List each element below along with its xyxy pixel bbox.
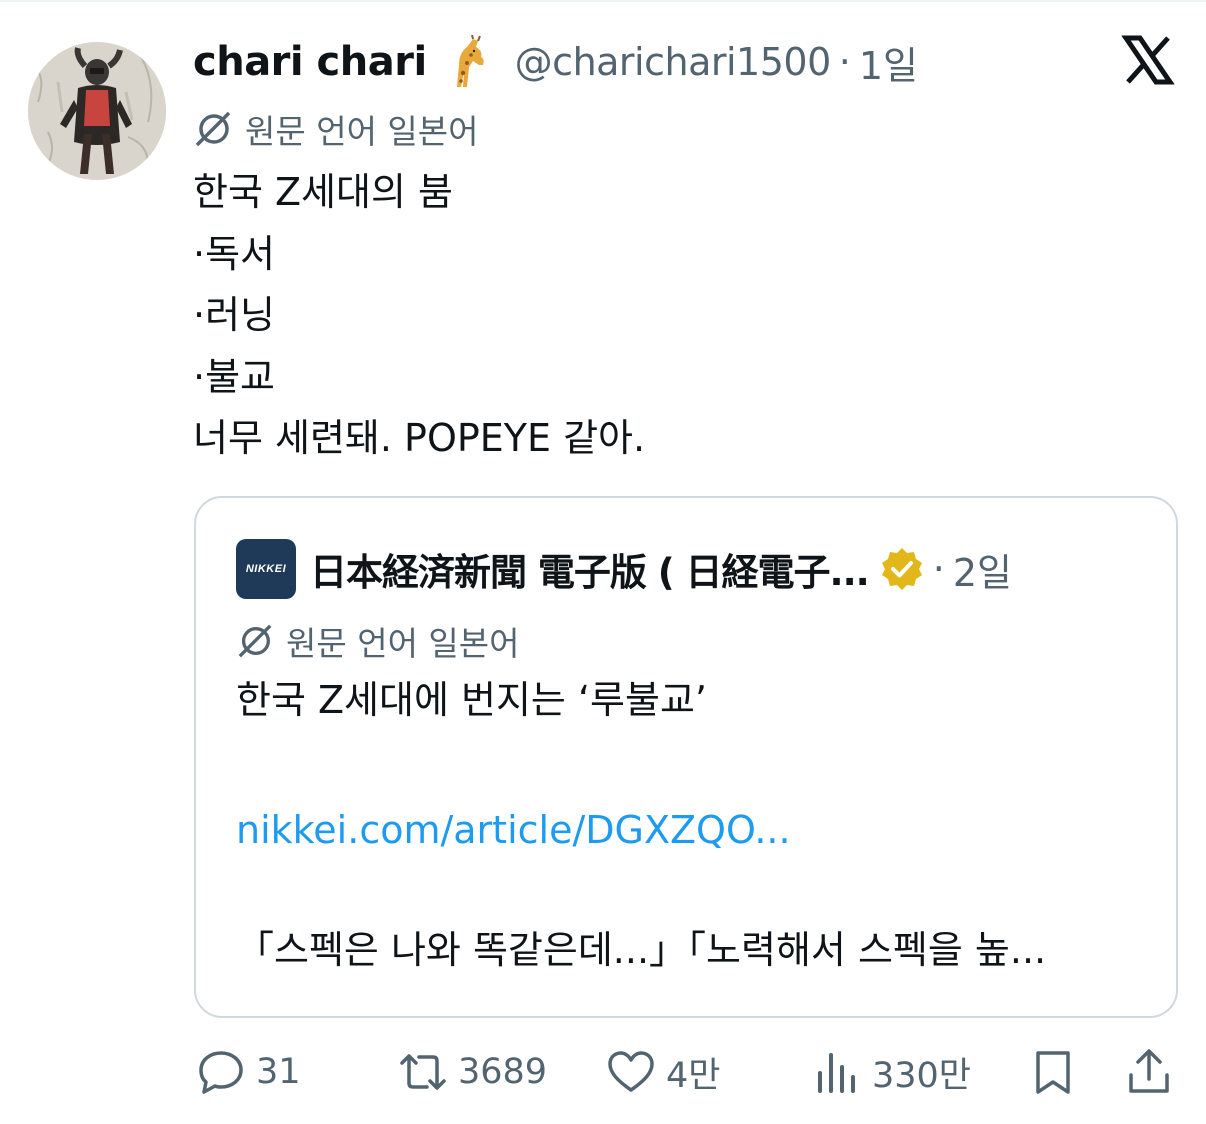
nikkei-logo-text: NIKKEI [245,563,287,575]
reply-count: 31 [256,1052,301,1092]
post-line: ·독서 [193,231,275,276]
tweet-card: chari chari @charichari1500 · 1일 원문 언어 일… [0,0,1206,1124]
post-line: ·불교 [193,354,275,399]
post-line: ·러닝 [193,293,275,337]
quoted-time[interactable]: 2일 [953,542,1012,597]
post-time[interactable]: 1일 [859,35,918,90]
quoted-translation-label[interactable]: 원문 언어 일본어 [236,616,520,666]
action-bar: 31 3689 4만 330만 [0,1040,1206,1104]
x-logo-icon[interactable] [1120,32,1176,88]
verified-badge-icon[interactable] [879,546,925,592]
heart-icon [608,1051,654,1092]
top-divider [0,0,1206,2]
quoted-author-name[interactable]: 日本経済新聞 電子版 ( 日経電子... [310,542,870,596]
repost-icon [400,1054,446,1090]
reply-icon [199,1051,243,1094]
translation-label[interactable]: 원문 언어 일본어 [193,104,479,154]
separator-dot: · [838,40,851,84]
translation-label-text: 원문 언어 일본어 [286,624,520,663]
share-icon [1129,1049,1169,1093]
separator-dot: · [932,547,945,591]
translate-icon [195,111,231,147]
views-icon [818,1053,855,1093]
like-button[interactable]: 4만 [606,1040,720,1104]
translation-label-text: 원문 언어 일본어 [245,112,479,151]
post-line: 한국 Z세대의 붐 [193,170,453,214]
post-line: 너무 세련돼. POPEYE 같아. [193,416,646,460]
quoted-text: 한국 Z세대에 번지는 ‘루불교’ [236,678,707,722]
avatar[interactable] [28,42,166,180]
translate-icon [238,624,272,658]
post-header: chari chari @charichari1500 · 1일 [193,32,918,92]
display-name[interactable]: chari chari [193,39,427,85]
views-count: 330만 [872,1055,972,1096]
share-button[interactable] [1124,1040,1174,1104]
like-count: 4만 [666,1055,721,1096]
repost-count: 3689 [458,1052,548,1092]
handle[interactable]: @charichari1500 [515,40,832,84]
quoted-snippet: 「스펙은 나와 똑같은데...」「노력해서 스펙을 높... [236,928,1047,972]
nikkei-logo[interactable]: NIKKEI [236,539,296,599]
repost-button[interactable]: 3689 [398,1040,547,1104]
post-body: 한국 Z세대의 붐 ·독서 ·러닝 ·불교 너무 세련돼. POPEYE 같아. [193,162,645,470]
quoted-post[interactable]: NIKKEI 日本経済新聞 電子版 ( 日経電子... · 2일 원문 언어 일… [194,496,1178,1018]
avatar-image [28,42,166,180]
bookmark-icon [1036,1051,1070,1094]
giraffe-emoji-icon [456,35,484,87]
views-button[interactable]: 330만 [812,1040,971,1104]
reply-button[interactable]: 31 [196,1040,301,1104]
bookmark-button[interactable] [1028,1040,1078,1104]
quoted-header: NIKKEI 日本経済新聞 電子版 ( 日経電子... · 2일 [236,536,1012,602]
quoted-link[interactable]: nikkei.com/article/DGXZQO... [236,802,791,858]
